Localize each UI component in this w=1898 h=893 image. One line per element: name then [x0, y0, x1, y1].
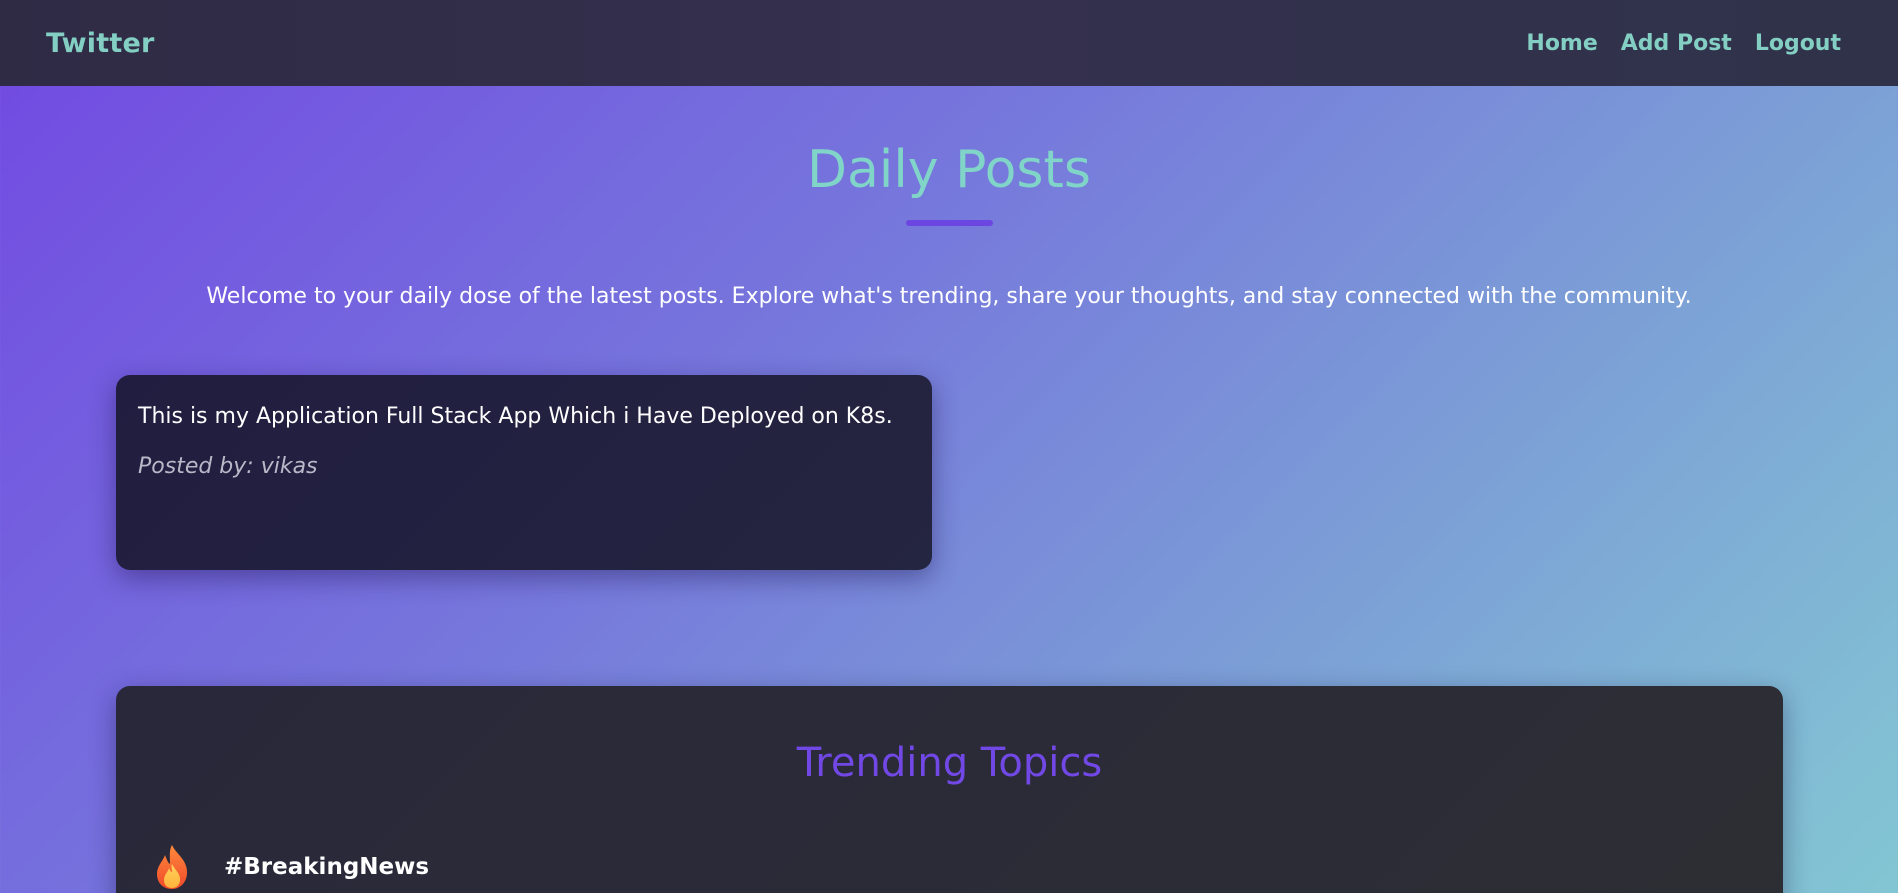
trending-topic-item[interactable]: #BreakingNews — [154, 844, 429, 890]
trending-topic-label: #BreakingNews — [224, 854, 430, 880]
fire-icon — [154, 844, 190, 890]
top-navbar: Twitter Home Add Post Logout — [0, 0, 1898, 86]
title-underline — [906, 220, 993, 226]
welcome-text: Welcome to your daily dose of the latest… — [206, 284, 1692, 309]
nav-add-post-link[interactable]: Add Post — [1621, 31, 1732, 56]
brand-logo[interactable]: Twitter — [46, 28, 155, 59]
nav-logout-link[interactable]: Logout — [1755, 31, 1841, 56]
post-text: This is my Application Full Stack App Wh… — [138, 404, 893, 429]
trending-topics-panel: Trending Topics #BreakingNews — [116, 686, 1783, 893]
nav-home-link[interactable]: Home — [1526, 31, 1597, 56]
post-author: Posted by: vikas — [138, 454, 318, 479]
post-card: This is my Application Full Stack App Wh… — [116, 375, 932, 570]
page-title: Daily Posts — [807, 140, 1091, 200]
nav-links: Home Add Post Logout — [1526, 31, 1841, 56]
trending-title: Trending Topics — [796, 740, 1103, 786]
